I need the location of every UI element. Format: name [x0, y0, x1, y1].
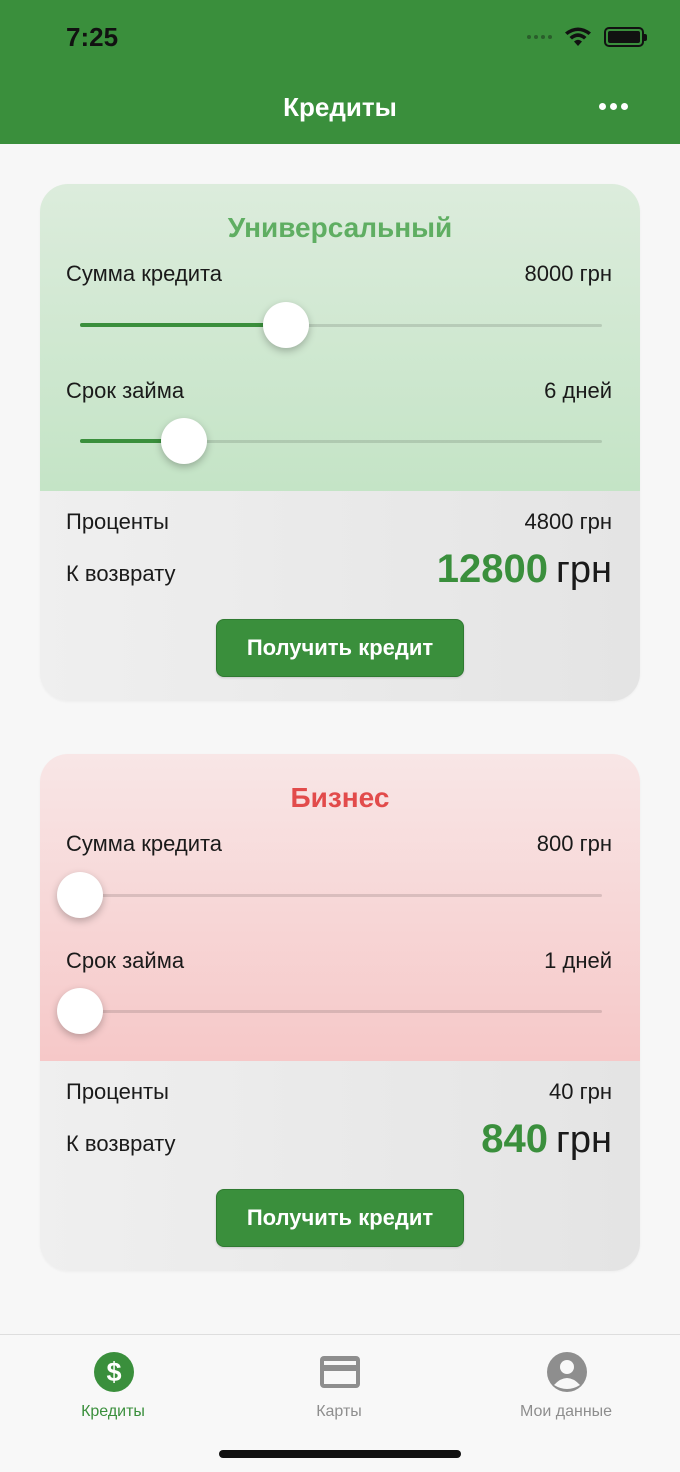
total-amount: 840	[481, 1117, 549, 1161]
loan-card-title: Бизнес	[290, 782, 390, 813]
term-slider[interactable]	[57, 987, 602, 1037]
total-currency: грн	[556, 1119, 612, 1161]
loan-card-universal: Универсальный Сумма кредита 8000 грн Сро…	[40, 184, 640, 701]
loan-card-summary: Проценты 4800 грн К возврату 12800 грн По…	[40, 491, 640, 701]
interest-value: 40 грн	[549, 1079, 612, 1104]
tab-credits[interactable]: $ Кредиты	[13, 1345, 213, 1425]
slider-thumb[interactable]	[57, 988, 103, 1034]
amount-label: Сумма кредита	[66, 261, 223, 286]
dollar-icon: $	[94, 1352, 134, 1392]
signal-icon	[527, 35, 552, 39]
term-label: Срок займа	[66, 948, 185, 973]
status-time: 7:25	[66, 22, 119, 52]
loan-card-business: Бизнес Сумма кредита 800 грн Срок займа …	[40, 754, 640, 1271]
svg-text:$: $	[106, 1357, 121, 1387]
user-icon	[547, 1352, 587, 1392]
slider-thumb[interactable]	[161, 418, 208, 464]
battery-icon	[604, 27, 647, 47]
nav-header: 7:25 Кредиты	[0, 0, 680, 144]
interest-value: 4800 грн	[524, 509, 612, 534]
get-credit-button[interactable]: Получить кредит	[216, 1189, 464, 1247]
amount-label: Сумма кредита	[66, 831, 223, 856]
credit-card-icon	[320, 1356, 360, 1388]
ellipsis-icon	[599, 103, 606, 110]
term-value: 1 дней	[544, 948, 612, 973]
wifi-icon	[565, 27, 591, 46]
total-amount: 12800	[436, 547, 549, 591]
loan-card-controls: Универсальный Сумма кредита 8000 грн Сро…	[40, 184, 640, 491]
term-value: 6 дней	[544, 378, 612, 403]
interest-label: Проценты	[66, 509, 169, 534]
amount-slider[interactable]	[57, 871, 602, 921]
total-value: 840 грн	[481, 1117, 612, 1162]
tab-my-data[interactable]: Мои данные	[466, 1345, 666, 1425]
slider-thumb[interactable]	[57, 872, 103, 918]
total-value: 12800 грн	[437, 547, 612, 592]
total-currency: грн	[556, 549, 612, 591]
tab-label: Мои данные	[519, 1403, 613, 1420]
loan-card-summary: Проценты 40 грн К возврату 840 грн Получи…	[40, 1061, 640, 1271]
interest-label: Проценты	[66, 1079, 169, 1104]
slider-fill	[80, 323, 286, 327]
page-title: Кредиты	[283, 92, 397, 122]
loan-card-controls: Бизнес Сумма кредита 800 грн Срок займа …	[40, 754, 640, 1061]
amount-value: 8000 грн	[524, 261, 612, 286]
loan-card-title: Универсальный	[227, 212, 453, 243]
total-label: К возврату	[66, 561, 176, 586]
tab-label: Кредиты	[81, 1403, 145, 1420]
total-label: К возврату	[66, 1131, 176, 1156]
tab-label: Карты	[316, 1403, 362, 1420]
status-icons	[527, 26, 647, 48]
slider-thumb[interactable]	[262, 302, 309, 348]
amount-slider[interactable]	[80, 301, 602, 351]
term-label: Срок займа	[66, 378, 185, 403]
amount-value: 800 грн	[536, 831, 612, 856]
more-options-button[interactable]	[599, 103, 628, 110]
term-slider[interactable]	[80, 417, 602, 467]
get-credit-button[interactable]: Получить кредит	[216, 619, 464, 677]
tab-cards[interactable]: Карты	[239, 1345, 439, 1425]
home-indicator	[219, 1450, 461, 1458]
